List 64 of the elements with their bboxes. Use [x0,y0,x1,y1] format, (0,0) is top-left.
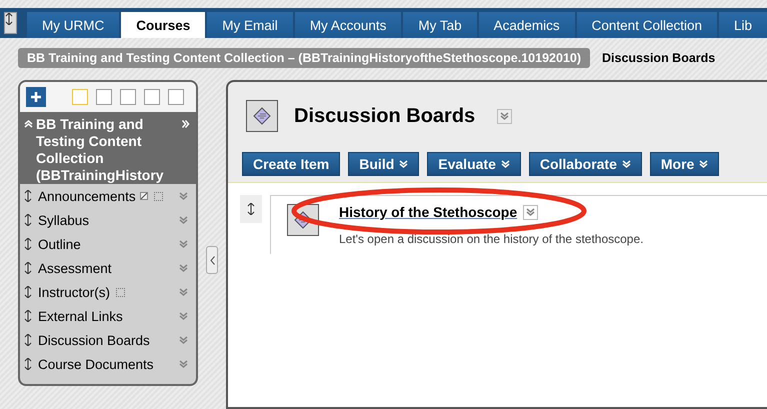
up-down-arrow-icon [247,203,255,215]
menu-item[interactable]: Announcements [38,188,136,204]
drag-handle-icon[interactable] [24,358,32,370]
chevron-icon[interactable] [179,312,188,320]
chevron-icon[interactable] [179,360,188,368]
course-title[interactable]: BB Training and Testing Content Collection (BBTrainingHistory [20,112,196,184]
double-chevron-icon [399,160,408,168]
collapse-icon[interactable] [24,120,33,128]
chevron-icon[interactable] [179,336,188,344]
action-button[interactable]: More [650,152,720,176]
board-icon [251,105,273,127]
add-button[interactable] [26,87,46,107]
drag-handle-icon[interactable] [24,238,32,250]
nav-tab[interactable]: Academics [478,12,575,38]
chevron-icon[interactable] [179,264,188,272]
chevron-button[interactable] [497,108,512,124]
hidden-icon [116,288,126,296]
chevron-left-icon [210,256,214,264]
expand-icon[interactable] [182,120,190,128]
menu-item[interactable]: Course Documents [38,356,154,372]
drag-handle-icon[interactable] [24,262,32,274]
menu-item[interactable]: Outline [38,236,81,252]
action-button[interactable]: Collaborate [528,152,642,176]
nav-tab[interactable]: My Email [207,12,293,38]
chevron-icon[interactable] [179,240,188,248]
chevron-button[interactable] [523,205,538,220]
double-chevron-icon [500,160,510,168]
plus-icon [31,92,41,102]
nav-tab[interactable]: My Tab [403,12,477,38]
double-chevron-icon [500,112,510,120]
action-button[interactable]: Create Item [242,152,340,176]
breadcrumb-course[interactable]: BB Training and Testing Content Collection – (BBTrainingHistoryoftheStethoscope.10192010) [18,48,590,68]
nav-tab[interactable]: Courses [121,12,206,38]
chevron-icon[interactable] [179,288,188,296]
nav-tab[interactable]: My URMC [27,12,120,38]
drag-handle-icon[interactable] [24,334,32,346]
drag-handle-icon[interactable] [24,286,32,298]
double-chevron-icon [622,160,631,168]
nav-tab[interactable]: My Accounts [294,12,402,38]
collapse-button[interactable] [206,246,218,274]
drag-handle[interactable] [240,195,262,223]
menu-item[interactable]: Discussion Boards [38,332,150,348]
menu-item[interactable]: Assessment [38,260,112,276]
edit-icon [140,192,148,200]
drag-handle-icon[interactable] [24,190,32,202]
chevron-icon[interactable] [179,192,188,200]
drag-handle-icon[interactable] [24,214,32,226]
grip-button[interactable] [4,12,18,34]
double-chevron-icon [526,208,536,216]
double-chevron-icon [699,160,708,168]
chevron-icon[interactable] [179,216,188,224]
drag-handle-icon[interactable] [24,310,32,322]
menu-item[interactable]: Instructor(s) [38,284,110,300]
action-button[interactable]: Evaluate [427,152,521,176]
menu-item[interactable]: Syllabus [38,212,90,228]
page-title: Discussion Boards [294,104,476,128]
breadcrumb-page: Discussion Boards [602,51,716,65]
up-down-arrow-icon [5,13,13,25]
item-description: Let's open a discussion on the history of the stethoscope. [339,232,644,246]
nav-tab[interactable]: Lib [718,12,767,38]
menu-item[interactable]: External Links [38,308,123,324]
action-button[interactable]: Build [348,152,420,176]
nav-tab[interactable]: Content Collection [576,12,717,38]
hidden-icon [154,192,163,200]
